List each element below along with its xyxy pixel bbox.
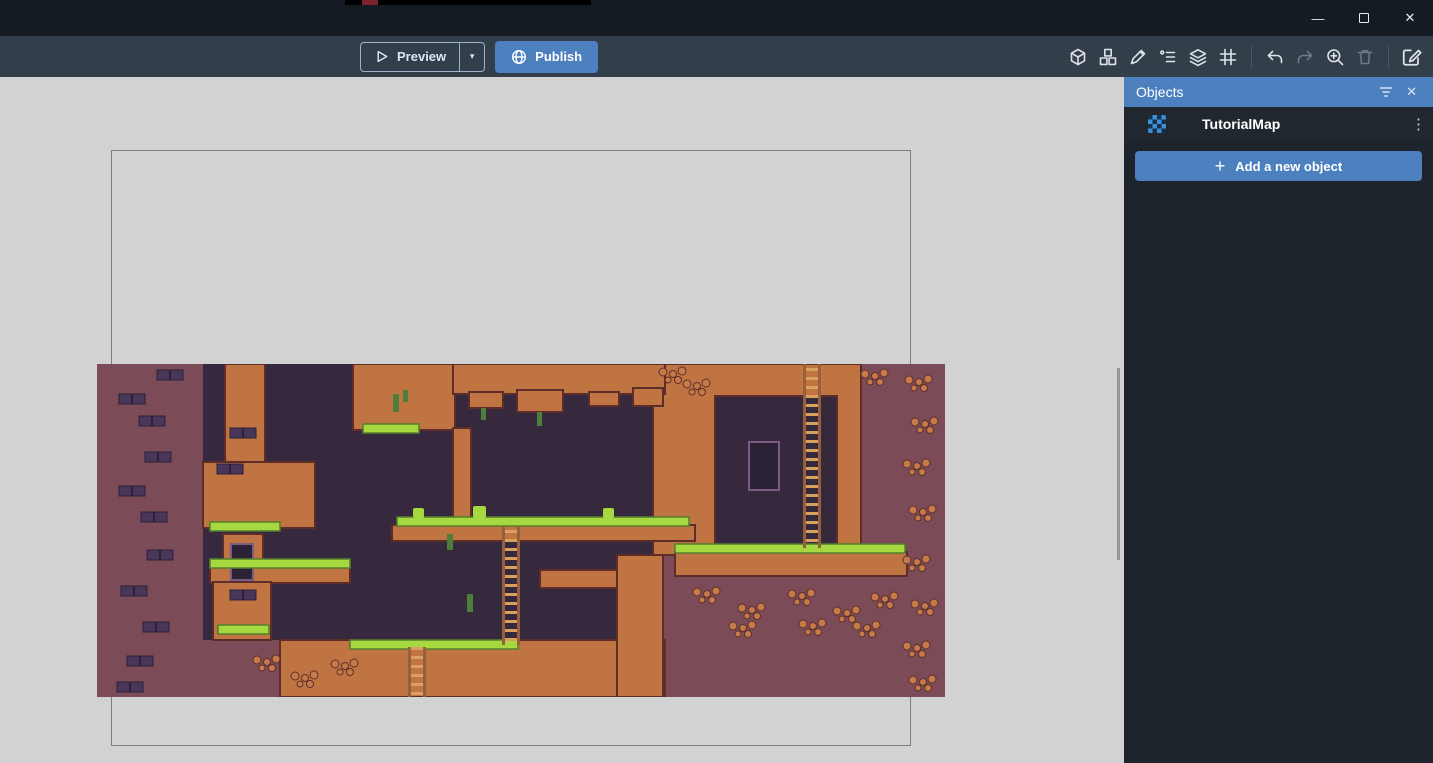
grid-icon bbox=[1218, 47, 1238, 67]
objects-panel-close-button[interactable]: ✕ bbox=[1400, 84, 1423, 100]
window-top-strip-accent bbox=[362, 0, 378, 5]
objects-panel-button[interactable] bbox=[1095, 44, 1121, 70]
toolbar: Preview ▾ Publish bbox=[0, 36, 1433, 77]
close-icon: ✕ bbox=[1406, 84, 1417, 100]
close-icon: ✕ bbox=[1405, 10, 1416, 26]
redo-icon bbox=[1295, 47, 1315, 67]
tilemap-instance[interactable] bbox=[97, 364, 945, 697]
preview-dropdown-button[interactable]: ▾ bbox=[459, 43, 484, 71]
add-object-button[interactable]: + Add a new object bbox=[1135, 151, 1422, 181]
window-controls: — ✕ bbox=[1295, 0, 1433, 36]
minimize-icon: — bbox=[1312, 11, 1325, 26]
instances-list-button[interactable] bbox=[1155, 44, 1181, 70]
objects-filter-button[interactable] bbox=[1372, 84, 1400, 100]
kebab-icon: ⋮ bbox=[1411, 116, 1426, 133]
publish-button-label: Publish bbox=[535, 49, 582, 64]
titlebar: — ✕ bbox=[0, 0, 1433, 36]
objects-panel: Objects ✕ TutorialMap ⋮ + Ad bbox=[1124, 77, 1433, 763]
layers-button[interactable] bbox=[1185, 44, 1211, 70]
publish-button[interactable]: Publish bbox=[495, 41, 598, 73]
zoom-in-icon bbox=[1325, 47, 1345, 67]
maximize-icon bbox=[1359, 13, 1369, 23]
canvas-scrollbar[interactable] bbox=[1117, 368, 1120, 560]
undo-button[interactable] bbox=[1262, 44, 1288, 70]
plus-icon: + bbox=[1215, 157, 1226, 175]
object-item-tutorialmap[interactable]: TutorialMap ⋮ bbox=[1124, 107, 1433, 141]
edit-note-icon bbox=[1401, 46, 1423, 68]
layers-icon bbox=[1188, 47, 1208, 67]
edit-mode-button[interactable] bbox=[1125, 44, 1151, 70]
grid-button[interactable] bbox=[1215, 44, 1241, 70]
pencil-icon bbox=[1128, 47, 1148, 67]
trash-icon bbox=[1355, 47, 1375, 67]
scene-canvas[interactable] bbox=[0, 77, 1124, 763]
tilemap-object-icon bbox=[1148, 115, 1166, 133]
object-item-label: TutorialMap bbox=[1202, 116, 1280, 132]
globe-icon bbox=[511, 49, 527, 65]
toolbar-separator bbox=[1251, 46, 1252, 68]
objects-cluster-icon bbox=[1098, 47, 1118, 67]
filter-icon bbox=[1378, 84, 1394, 100]
preview-split-button: Preview ▾ bbox=[360, 42, 485, 72]
cube-icon bbox=[1068, 47, 1088, 67]
close-button[interactable]: ✕ bbox=[1387, 0, 1433, 36]
preview-button[interactable]: Preview bbox=[361, 43, 459, 71]
maximize-button[interactable] bbox=[1341, 0, 1387, 36]
objects-panel-title: Objects bbox=[1134, 84, 1372, 100]
redo-button[interactable] bbox=[1292, 44, 1318, 70]
object-menu-button[interactable]: ⋮ bbox=[1405, 114, 1425, 134]
delete-button[interactable] bbox=[1352, 44, 1378, 70]
toolbar-separator bbox=[1388, 46, 1389, 68]
app-window: — ✕ Preview ▾ bbox=[0, 0, 1433, 763]
preview-button-label: Preview bbox=[397, 49, 446, 64]
undo-icon bbox=[1265, 47, 1285, 67]
window-top-strip bbox=[345, 0, 591, 5]
add-object-button-label: Add a new object bbox=[1235, 159, 1342, 174]
zoom-button[interactable] bbox=[1322, 44, 1348, 70]
main-area: Objects ✕ TutorialMap ⋮ + Ad bbox=[0, 77, 1433, 763]
play-icon bbox=[374, 49, 389, 64]
minimize-button[interactable]: — bbox=[1295, 0, 1341, 36]
objects-panel-header: Objects ✕ bbox=[1124, 77, 1433, 107]
scene-3d-view-button[interactable] bbox=[1065, 44, 1091, 70]
instances-list-icon bbox=[1158, 47, 1178, 67]
toolbar-center: Preview ▾ Publish bbox=[360, 36, 598, 77]
toolbar-right-icons bbox=[1065, 36, 1425, 77]
chevron-down-icon: ▾ bbox=[470, 51, 475, 61]
edit-scene-properties-button[interactable] bbox=[1399, 44, 1425, 70]
